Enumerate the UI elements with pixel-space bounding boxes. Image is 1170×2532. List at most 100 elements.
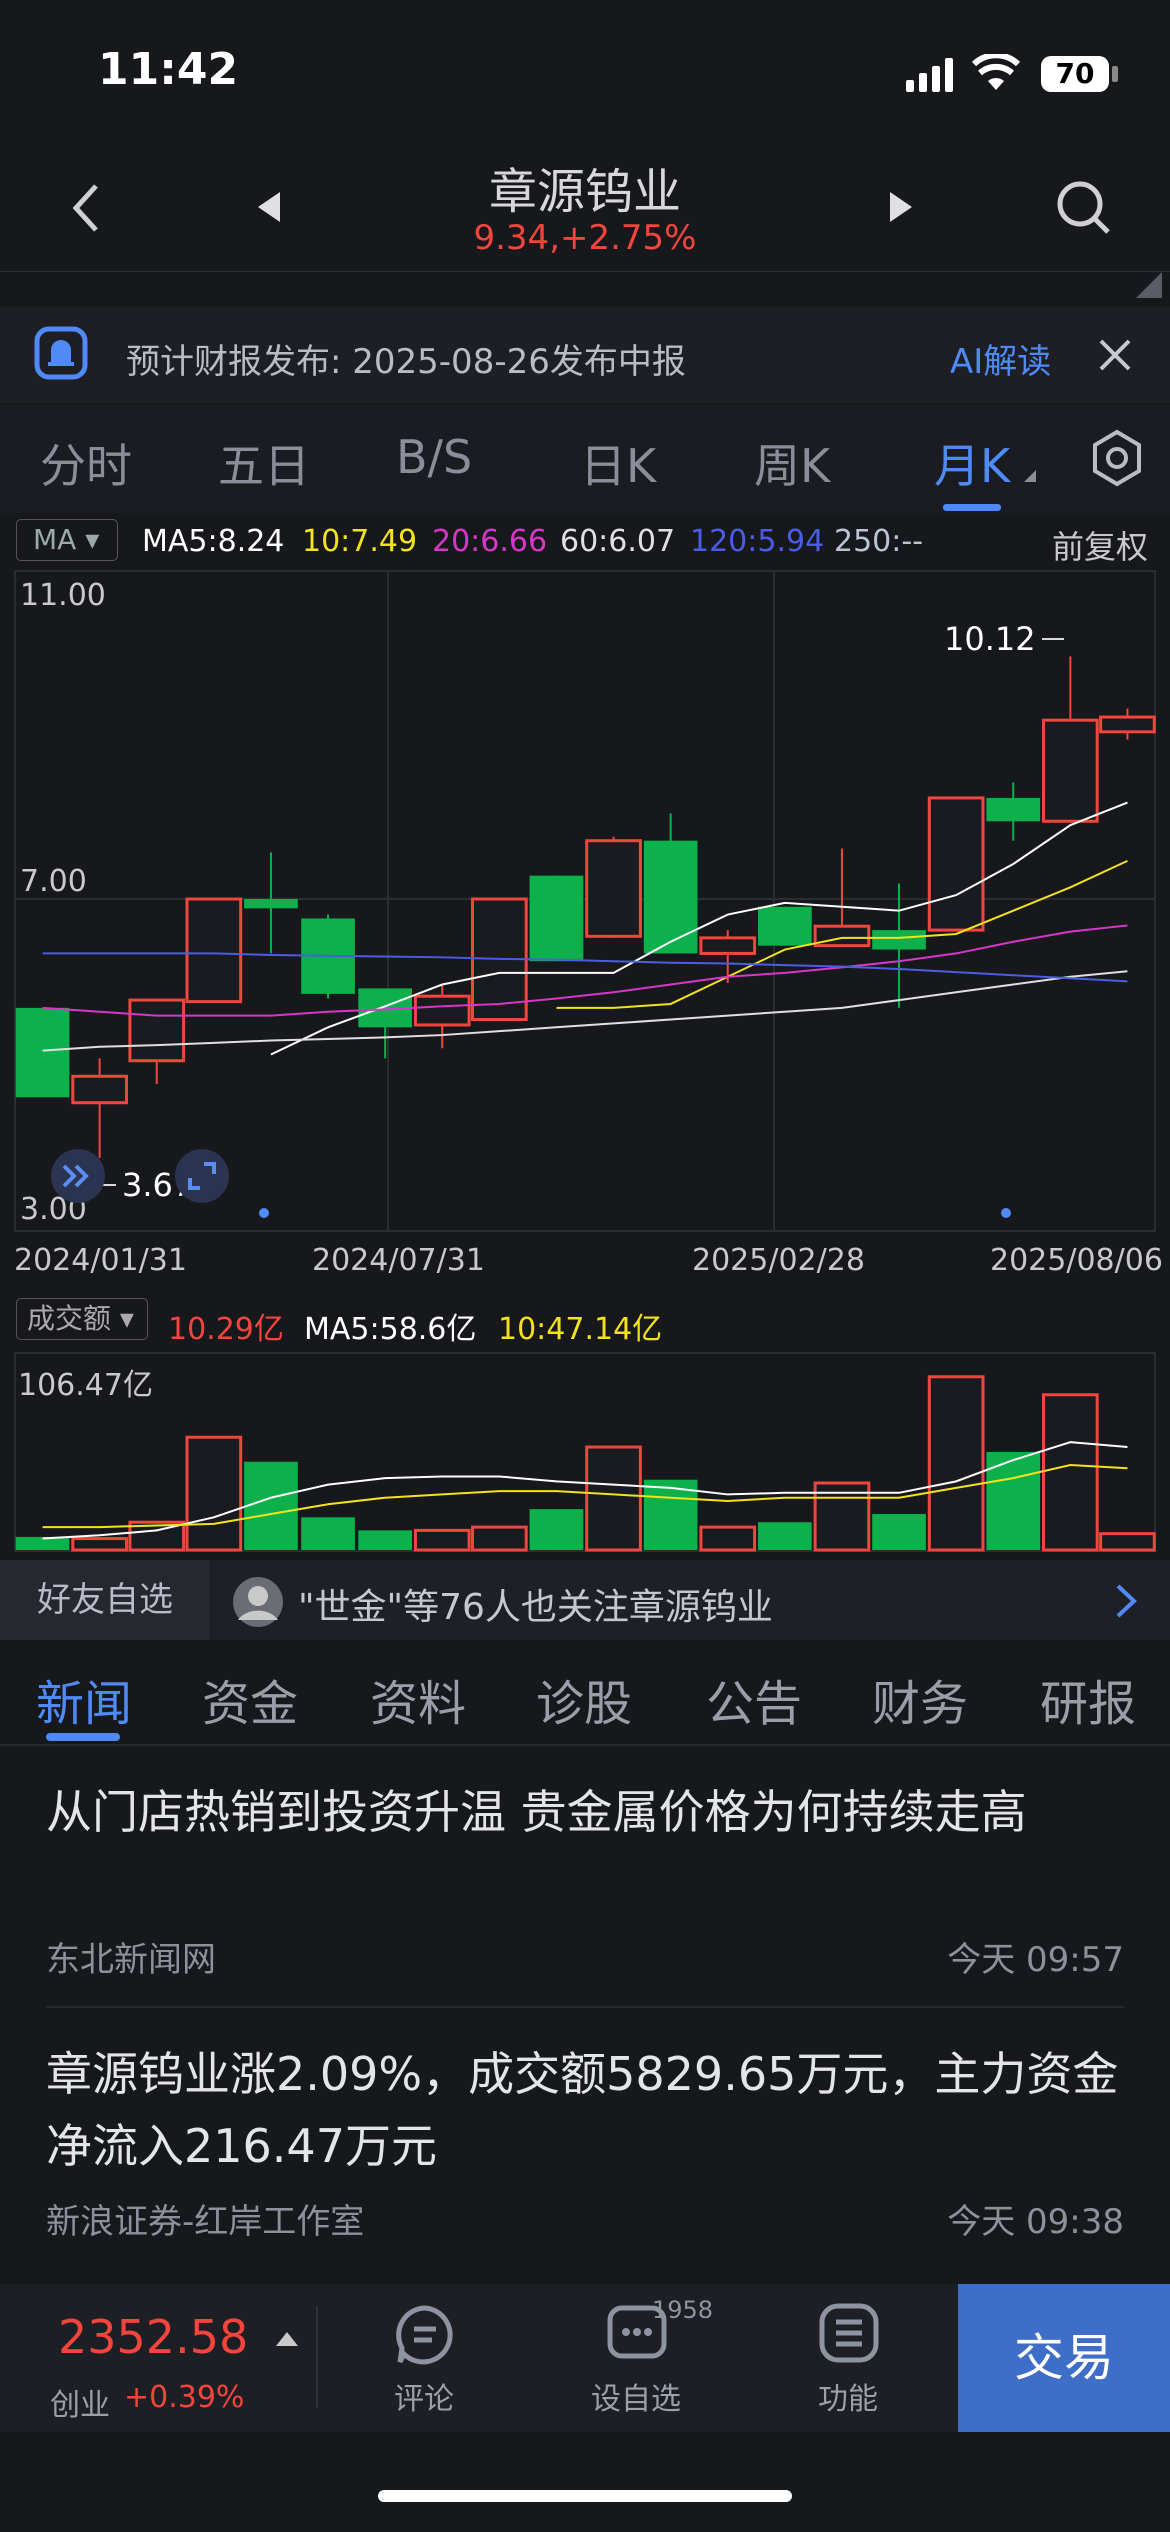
volume-bar[interactable] [358, 1530, 412, 1550]
status-time: 11:42 [98, 44, 239, 95]
kline-chart[interactable] [14, 570, 1156, 1232]
volume-indicator-select[interactable]: 成交额 ▾ [16, 1298, 148, 1340]
volume-bar[interactable] [699, 1525, 757, 1552]
event-marker[interactable] [1001, 1208, 1011, 1218]
back-icon[interactable] [66, 180, 106, 236]
candle-body[interactable] [927, 796, 985, 932]
volume-max-label: 106.47亿 [18, 1368, 153, 1403]
candle-body[interactable] [1099, 715, 1156, 734]
candle-body[interactable] [758, 906, 812, 946]
tab-monthly-k[interactable]: 月K [934, 430, 1010, 496]
watch-count: 1958 [652, 2296, 714, 2324]
caret-up-icon[interactable] [276, 2330, 298, 2346]
ai-read-button[interactable]: AI解读 [950, 334, 1051, 383]
comment-label[interactable]: 评论 [364, 2374, 484, 2418]
volume-bar[interactable] [244, 1461, 298, 1550]
ma60-value: 60:6.07 [560, 524, 676, 559]
volume-bar[interactable] [471, 1525, 528, 1552]
index-value[interactable]: 2352.58 [58, 2310, 248, 2364]
tab-weekly-k[interactable]: 周K [754, 430, 830, 496]
candle-body[interactable] [71, 1074, 128, 1105]
volume-bar[interactable] [71, 1537, 128, 1552]
friends-watch-tag: 好友自选 [0, 1560, 210, 1640]
volume-bar[interactable] [758, 1522, 812, 1550]
max-price-leader [1042, 638, 1064, 640]
index-name: 创业 [50, 2388, 110, 2423]
candle-body[interactable] [529, 875, 584, 962]
news-tab-finance[interactable]: 财务 [872, 1664, 968, 1734]
news-item-source: 新浪证券-红岸工作室 [46, 2202, 365, 2242]
news-tab-news[interactable]: 新闻 [36, 1664, 132, 1734]
volume-chart[interactable] [14, 1352, 1156, 1552]
volume-bar[interactable] [185, 1435, 243, 1552]
news-tab-profile[interactable]: 资料 [370, 1664, 466, 1734]
news-tab-diagnosis[interactable]: 诊股 [536, 1664, 632, 1734]
candle-body[interactable] [585, 839, 642, 938]
news-item-time: 今天 09:57 [947, 1940, 1124, 1980]
search-icon[interactable] [1056, 180, 1112, 236]
tab-five-day[interactable]: 五日 [218, 430, 310, 496]
volume-current: 10.29亿 [168, 1312, 284, 1347]
candle-body[interactable] [699, 936, 757, 955]
prev-stock-icon[interactable] [254, 190, 284, 224]
candle-body[interactable] [1042, 718, 1099, 823]
battery-nub [1112, 66, 1118, 82]
volume-ma5: MA5:58.6亿 [304, 1312, 477, 1347]
indicator-select[interactable]: MA ▾ [16, 519, 118, 561]
trade-button[interactable]: 交易 [958, 2284, 1170, 2432]
add-watchlist-label[interactable]: 设自选 [576, 2374, 696, 2418]
candle-body[interactable] [643, 840, 698, 954]
tab-intraday[interactable]: 分时 [40, 430, 132, 496]
candle-body[interactable] [413, 994, 471, 1027]
adjust-mode-button[interactable]: 前复权 [1052, 522, 1148, 568]
stock-price-change: 9.34,+2.75% [473, 218, 697, 258]
news-tab-indicator [46, 1733, 120, 1741]
tab-daily-k[interactable]: 日K [580, 430, 656, 496]
home-indicator[interactable] [378, 2490, 792, 2502]
ma120-value: 120:5.94 [690, 524, 825, 559]
function-label[interactable]: 功能 [788, 2374, 908, 2418]
x-label: 2025/08/06 [990, 1243, 1163, 1278]
news-item-title[interactable]: 章源钨业涨2.09%，成交额5829.65万元，主力资金净流入216.47万元 [46, 2038, 1126, 2182]
x-label: 2024/01/31 [14, 1243, 187, 1278]
comment-icon[interactable] [394, 2304, 456, 2366]
volume-bar[interactable] [1099, 1532, 1156, 1552]
close-icon[interactable] [1098, 338, 1132, 372]
next-stock-icon[interactable] [886, 190, 916, 224]
volume-bar[interactable] [529, 1509, 584, 1550]
max-price-label: 10.12 [944, 620, 1036, 658]
expand-left-icon[interactable] [50, 1148, 106, 1204]
event-marker[interactable] [259, 1208, 269, 1218]
volume-bar[interactable] [413, 1528, 471, 1552]
volume-bar[interactable] [15, 1536, 70, 1550]
function-menu-icon[interactable] [818, 2302, 880, 2364]
news-tab-funds[interactable]: 资金 [202, 1664, 298, 1734]
corner-fold-icon [1136, 272, 1162, 298]
x-label: 2024/07/31 [312, 1243, 485, 1278]
candle-body[interactable] [15, 1007, 70, 1098]
candle-body[interactable] [128, 998, 186, 1063]
volume-bar[interactable] [301, 1517, 355, 1550]
candle-body[interactable] [986, 797, 1041, 822]
battery-icon: 70 [1041, 56, 1109, 92]
news-item-title[interactable]: 从门店热销到投资升温 贵金属价格为何持续走高 [46, 1776, 1126, 1848]
volume-bar[interactable] [585, 1445, 642, 1552]
tab-bs[interactable]: B/S [396, 430, 472, 484]
chart-settings-icon[interactable] [1088, 428, 1146, 488]
wifi-icon [972, 54, 1020, 90]
divider [316, 2306, 318, 2408]
candle-body[interactable] [185, 897, 243, 1004]
news-tab-research[interactable]: 研报 [1040, 1664, 1136, 1734]
candle-body[interactable] [813, 924, 871, 948]
volume-bar[interactable] [1042, 1393, 1099, 1552]
avatar [233, 1577, 283, 1627]
volume-ma10: 10:47.14亿 [498, 1312, 663, 1347]
candle-body[interactable] [244, 899, 298, 909]
chevron-right-icon[interactable] [1114, 1582, 1138, 1620]
friends-watch-text: "世金"等76人也关注章源钨业 [298, 1587, 773, 1628]
candle-body[interactable] [872, 930, 926, 950]
fullscreen-icon[interactable] [174, 1148, 230, 1204]
news-tab-announcements[interactable]: 公告 [706, 1664, 802, 1734]
volume-bar[interactable] [927, 1375, 985, 1552]
volume-bar[interactable] [872, 1514, 926, 1550]
